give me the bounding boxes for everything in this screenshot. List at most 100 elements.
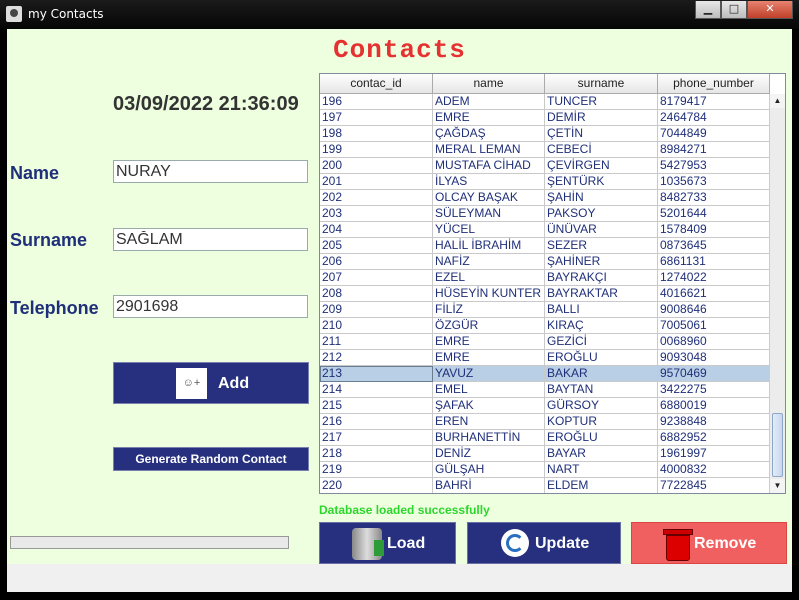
table-cell-name[interactable]: OLCAY BAŞAK (433, 190, 545, 206)
table-cell-name[interactable]: BAHRİ (433, 478, 545, 493)
table-cell-contac-id[interactable]: 212 (320, 350, 433, 366)
table-cell-contac-id[interactable]: 196 (320, 94, 433, 110)
table-cell-contac-id[interactable]: 203 (320, 206, 433, 222)
table-cell-phone-number[interactable]: 0068960 (658, 334, 770, 350)
table-cell-phone-number[interactable]: 8482733 (658, 190, 770, 206)
table-row[interactable]: 200 MUSTAFA CİHAD ÇEVİRGEN 5427953 (320, 158, 770, 174)
table-cell-phone-number[interactable]: 5201644 (658, 206, 770, 222)
table-row[interactable]: 207 EZEL BAYRAKÇI 1274022 (320, 270, 770, 286)
table-cell-phone-number[interactable]: 7044849 (658, 126, 770, 142)
table-cell-contac-id[interactable]: 209 (320, 302, 433, 318)
table-cell-contac-id[interactable]: 213 (320, 366, 433, 382)
table-cell-name[interactable]: HALİL İBRAHİM (433, 238, 545, 254)
table-cell-surname[interactable]: BAKAR (545, 366, 658, 382)
table-row[interactable]: 209 FİLİZ BALLI 9008646 (320, 302, 770, 318)
table-row[interactable]: 215 ŞAFAK GÜRSOY 6880019 (320, 398, 770, 414)
table-cell-surname[interactable]: PAKSOY (545, 206, 658, 222)
table-cell-surname[interactable]: ÜNÜVAR (545, 222, 658, 238)
surname-field[interactable] (113, 228, 308, 251)
table-row[interactable]: 204 YÜCEL ÜNÜVAR 1578409 (320, 222, 770, 238)
table-cell-contac-id[interactable]: 217 (320, 430, 433, 446)
table-row[interactable]: 199 MERAL LEMAN CEBECİ 8984271 (320, 142, 770, 158)
name-field[interactable] (113, 160, 308, 183)
maximize-button[interactable]: □ (721, 1, 747, 19)
table-cell-surname[interactable]: EROĞLU (545, 350, 658, 366)
table-cell-name[interactable]: EMRE (433, 110, 545, 126)
table-row[interactable]: 217 BURHANETTİN EROĞLU 6882952 (320, 430, 770, 446)
column-header-contac-id[interactable]: contac_id (320, 74, 433, 94)
table-cell-contac-id[interactable]: 210 (320, 318, 433, 334)
table-row[interactable]: 218 DENİZ BAYAR 1961997 (320, 446, 770, 462)
table-row[interactable]: 196 ADEM TUNCER 8179417 (320, 94, 770, 110)
add-button[interactable]: ☺+ Add (113, 362, 309, 404)
table-cell-surname[interactable]: KIRAÇ (545, 318, 658, 334)
table-cell-contac-id[interactable]: 205 (320, 238, 433, 254)
update-button[interactable]: Update (467, 522, 621, 564)
table-cell-name[interactable]: YAVUZ (433, 366, 545, 382)
table-cell-phone-number[interactable]: 2464784 (658, 110, 770, 126)
table-cell-phone-number[interactable]: 9093048 (658, 350, 770, 366)
table-cell-phone-number[interactable]: 5427953 (658, 158, 770, 174)
table-row[interactable]: 220 BAHRİ ELDEM 7722845 (320, 478, 770, 493)
table-cell-name[interactable]: EMRE (433, 350, 545, 366)
table-cell-name[interactable]: YÜCEL (433, 222, 545, 238)
table-cell-name[interactable]: DENİZ (433, 446, 545, 462)
table-row[interactable]: 211 EMRE GEZİCİ 0068960 (320, 334, 770, 350)
table-cell-surname[interactable]: BAYTAN (545, 382, 658, 398)
remove-button[interactable]: Remove (631, 522, 787, 564)
table-cell-surname[interactable]: ÇEVİRGEN (545, 158, 658, 174)
table-row[interactable]: 210 ÖZGÜR KIRAÇ 7005061 (320, 318, 770, 334)
telephone-field[interactable] (113, 295, 308, 318)
table-cell-contac-id[interactable]: 218 (320, 446, 433, 462)
table-cell-contac-id[interactable]: 202 (320, 190, 433, 206)
table-cell-name[interactable]: EZEL (433, 270, 545, 286)
table-cell-phone-number[interactable]: 9008646 (658, 302, 770, 318)
table-cell-phone-number[interactable]: 6880019 (658, 398, 770, 414)
table-cell-phone-number[interactable]: 8984271 (658, 142, 770, 158)
table-cell-contac-id[interactable]: 208 (320, 286, 433, 302)
table-cell-contac-id[interactable]: 219 (320, 462, 433, 478)
table-cell-surname[interactable]: ÇETİN (545, 126, 658, 142)
table-cell-surname[interactable]: ŞAHİN (545, 190, 658, 206)
table-cell-name[interactable]: MERAL LEMAN (433, 142, 545, 158)
table-row[interactable]: 206 NAFİZ ŞAHİNER 6861131 (320, 254, 770, 270)
table-cell-phone-number[interactable]: 6882952 (658, 430, 770, 446)
table-cell-surname[interactable]: NART (545, 462, 658, 478)
table-cell-phone-number[interactable]: 0873645 (658, 238, 770, 254)
table-cell-phone-number[interactable]: 6861131 (658, 254, 770, 270)
load-button[interactable]: Load (319, 522, 456, 564)
table-cell-phone-number[interactable]: 4000832 (658, 462, 770, 478)
table-cell-phone-number[interactable]: 1274022 (658, 270, 770, 286)
table-row[interactable]: 205 HALİL İBRAHİM SEZER 0873645 (320, 238, 770, 254)
table-cell-phone-number[interactable]: 7005061 (658, 318, 770, 334)
table-row[interactable]: 213 YAVUZ BAKAR 9570469 (320, 366, 770, 382)
table-cell-contac-id[interactable]: 220 (320, 478, 433, 493)
table-row[interactable]: 214 EMEL BAYTAN 3422275 (320, 382, 770, 398)
column-header-name[interactable]: name (433, 74, 545, 94)
table-cell-name[interactable]: HÜSEYİN KUNTER (433, 286, 545, 302)
table-cell-surname[interactable]: GEZİCİ (545, 334, 658, 350)
table-row[interactable]: 216 EREN KOPTUR 9238848 (320, 414, 770, 430)
table-cell-name[interactable]: EREN (433, 414, 545, 430)
table-cell-surname[interactable]: KOPTUR (545, 414, 658, 430)
table-cell-name[interactable]: ÇAĞDAŞ (433, 126, 545, 142)
table-cell-contac-id[interactable]: 197 (320, 110, 433, 126)
table-cell-contac-id[interactable]: 214 (320, 382, 433, 398)
table-cell-surname[interactable]: ŞENTÜRK (545, 174, 658, 190)
table-cell-surname[interactable]: CEBECİ (545, 142, 658, 158)
table-cell-contac-id[interactable]: 211 (320, 334, 433, 350)
table-cell-phone-number[interactable]: 3422275 (658, 382, 770, 398)
table-cell-name[interactable]: ADEM (433, 94, 545, 110)
table-cell-phone-number[interactable]: 7722845 (658, 478, 770, 493)
table-cell-phone-number[interactable]: 1961997 (658, 446, 770, 462)
table-cell-name[interactable]: NAFİZ (433, 254, 545, 270)
minimize-button[interactable]: ▁ (695, 1, 721, 19)
table-cell-surname[interactable]: DEMİR (545, 110, 658, 126)
table-cell-phone-number[interactable]: 9570469 (658, 366, 770, 382)
table-cell-contac-id[interactable]: 206 (320, 254, 433, 270)
table-cell-name[interactable]: EMEL (433, 382, 545, 398)
table-cell-name[interactable]: ÖZGÜR (433, 318, 545, 334)
table-cell-contac-id[interactable]: 199 (320, 142, 433, 158)
table-cell-name[interactable]: ŞAFAK (433, 398, 545, 414)
scroll-thumb[interactable] (772, 413, 783, 477)
